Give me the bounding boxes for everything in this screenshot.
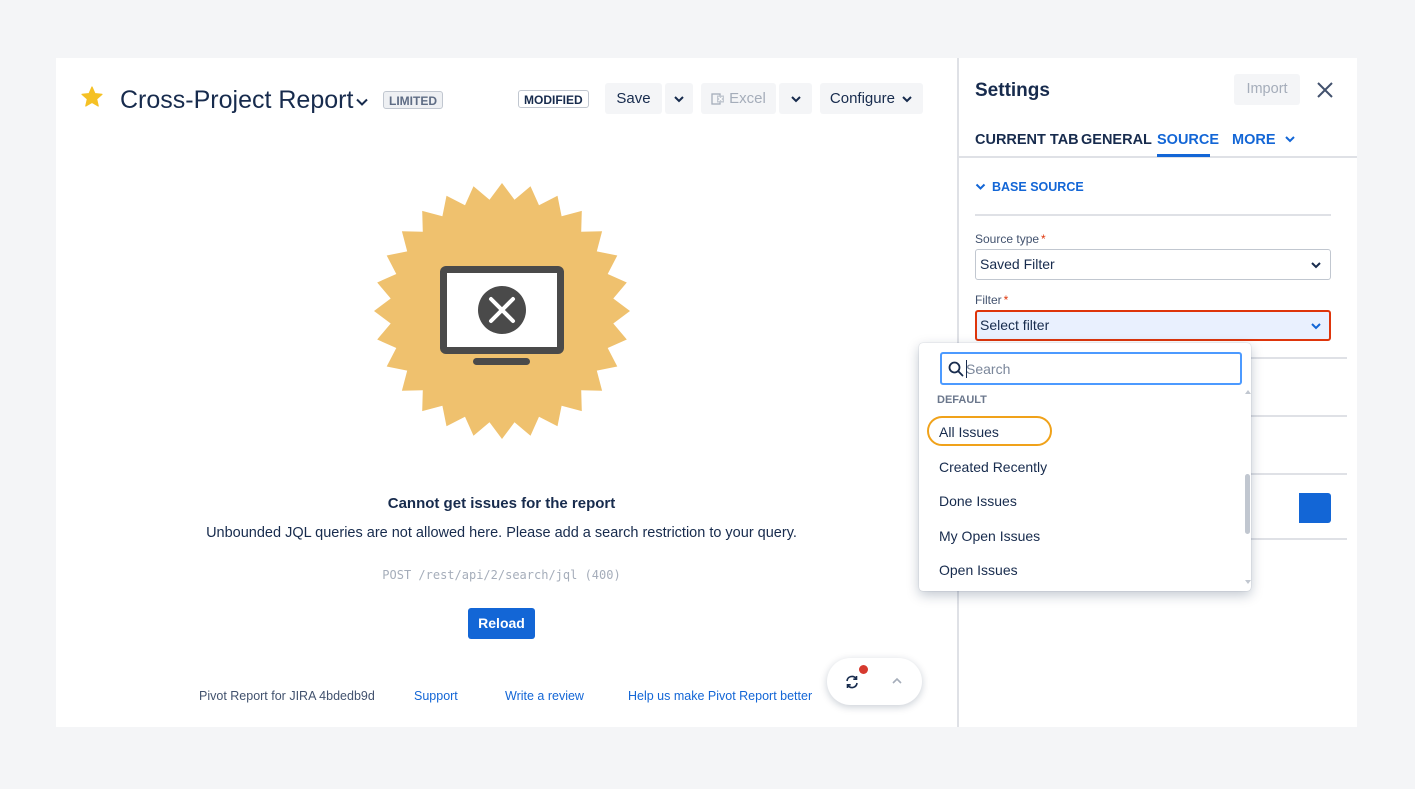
scroll-down-arrow[interactable] [1245, 580, 1251, 584]
version-text: Pivot Report for JIRA 4bdedb9d [199, 689, 375, 703]
limited-badge: LIMITED [383, 91, 443, 109]
support-link[interactable]: Support [414, 689, 458, 703]
search-icon [948, 361, 964, 377]
source-type-value: Saved Filter [980, 256, 1055, 272]
filter-dropdown-menu: DEFAULT All Issues Created Recently Done… [919, 343, 1251, 591]
chevron-down-icon [674, 96, 684, 103]
menu-item-created-recently[interactable]: Created Recently [939, 458, 1047, 476]
notification-dot [859, 665, 868, 674]
filter-label: Filter * [975, 293, 1008, 307]
star-icon[interactable] [80, 85, 104, 109]
tab-general[interactable]: GENERAL [1081, 131, 1152, 149]
base-source-label: BASE SOURCE [992, 180, 1084, 194]
excel-icon [711, 93, 725, 105]
section-divider [975, 214, 1331, 216]
chevron-down-icon [902, 96, 912, 103]
write-review-link[interactable]: Write a review [505, 689, 584, 703]
filter-value: Select filter [980, 317, 1050, 333]
modified-badge: MODIFIED [518, 90, 589, 108]
required-marker: * [1041, 232, 1046, 246]
group-label-default: DEFAULT [937, 394, 987, 406]
excel-dropdown-button[interactable] [779, 83, 812, 114]
chevron-down-icon[interactable] [355, 95, 369, 109]
tab-current-tab[interactable]: CURRENT TAB [975, 131, 1079, 149]
filter-select[interactable]: Select filter [975, 310, 1331, 341]
configure-label: Configure [829, 90, 895, 107]
menu-item-done-issues[interactable]: Done Issues [939, 492, 1017, 510]
sync-icon[interactable] [844, 674, 860, 690]
save-button[interactable]: Save [605, 83, 662, 114]
chevron-down-icon [1284, 136, 1295, 143]
scroll-up-arrow[interactable] [1245, 390, 1251, 394]
source-type-label: Source type * [975, 232, 1046, 246]
chevron-down-icon [1311, 262, 1321, 269]
import-button[interactable]: Import [1234, 74, 1300, 105]
error-message: Unbounded JQL queries are not allowed he… [206, 525, 797, 541]
chevron-down-icon [1311, 323, 1321, 330]
floating-action-bar [827, 658, 922, 705]
active-tab-indicator [1157, 154, 1210, 157]
base-source-section-toggle[interactable]: BASE SOURCE [975, 180, 1084, 194]
feedback-link[interactable]: Help us make Pivot Report better [628, 689, 812, 703]
menu-scroll-thumb[interactable] [1245, 474, 1250, 534]
filter-search-input[interactable] [966, 358, 1234, 379]
settings-title: Settings [975, 80, 1050, 101]
report-panel: Cross-Project Report LIMITED MODIFIED Sa… [56, 58, 957, 727]
excel-button[interactable]: Excel [701, 83, 776, 114]
tab-more[interactable]: MORE [1232, 131, 1296, 149]
tab-more-label: MORE [1232, 132, 1276, 148]
required-marker: * [1003, 293, 1009, 307]
excel-label: Excel [729, 90, 766, 107]
close-icon[interactable] [1316, 81, 1334, 99]
error-title: Cannot get issues for the report [387, 495, 616, 512]
chevron-down-icon [790, 96, 801, 103]
filter-label-text: Filter [975, 293, 1002, 307]
reload-button[interactable]: Reload [468, 608, 535, 639]
menu-item-open-issues[interactable]: Open Issues [939, 561, 1018, 579]
configure-button[interactable]: Configure [820, 83, 923, 114]
tab-source[interactable]: SOURCE [1157, 131, 1219, 149]
chevron-up-icon[interactable] [890, 674, 904, 688]
menu-item-my-open-issues[interactable]: My Open Issues [939, 527, 1040, 545]
source-type-select[interactable]: Saved Filter [975, 249, 1331, 280]
filter-search-box[interactable] [940, 352, 1242, 385]
save-dropdown-button[interactable] [665, 83, 693, 114]
source-type-label-text: Source type [975, 232, 1040, 246]
menu-item-all-issues[interactable]: All Issues [939, 423, 999, 441]
report-title[interactable]: Cross-Project Report [120, 85, 353, 115]
text-caret [966, 360, 967, 378]
hidden-primary-button[interactable] [1299, 493, 1331, 523]
monitor-error-icon [374, 183, 630, 439]
error-code: POST /rest/api/2/search/jql (400) [382, 568, 621, 582]
chevron-down-icon [975, 183, 986, 190]
